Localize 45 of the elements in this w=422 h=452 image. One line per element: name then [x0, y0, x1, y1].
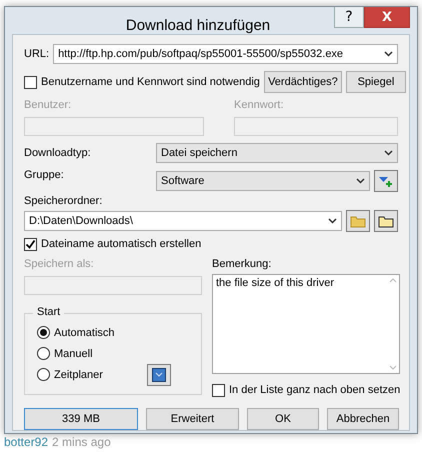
radio-label: Zeitplaner	[54, 368, 104, 380]
checkbox-label: Dateiname automatisch erstellen	[41, 238, 202, 250]
comment-label: Bemerkung:	[212, 258, 272, 270]
group-dropdown[interactable]: Software	[156, 171, 370, 191]
save-as-label: Speichern als:	[24, 258, 95, 270]
radio-button[interactable]	[37, 347, 50, 360]
folder-icon	[350, 214, 366, 228]
advanced-button[interactable]: Erweitert	[146, 408, 239, 430]
download-type-label: Downloadtyp:	[24, 147, 92, 159]
size-button[interactable]: 339 MB	[24, 408, 138, 430]
add-group-button[interactable]	[374, 170, 398, 192]
radio-button[interactable]	[37, 368, 50, 381]
group-title: Start	[33, 306, 64, 318]
cancel-button[interactable]: Abbrechen	[327, 408, 399, 430]
folder-label: Speicherordner:	[24, 195, 104, 207]
save-as-field[interactable]	[24, 276, 202, 295]
checkbox[interactable]	[24, 238, 37, 250]
checkbox[interactable]	[212, 384, 225, 396]
username-link[interactable]: botter92	[4, 435, 48, 449]
timestamp: 2 mins ago	[52, 435, 111, 449]
mirror-button[interactable]: Spiegel	[346, 71, 406, 93]
url-field[interactable]: http://ftp.hp.com/pub/softpaq/sp55001-55500/sp55032.exe	[53, 44, 398, 64]
password-field[interactable]	[234, 117, 398, 136]
checkbox[interactable]	[24, 76, 37, 88]
ok-button[interactable]: OK	[247, 408, 319, 430]
checkbox-label: In der Liste ganz nach oben setzen	[229, 384, 400, 396]
open-folder-button[interactable]	[374, 210, 398, 232]
close-button[interactable]: X	[364, 7, 410, 28]
folder-field[interactable]: D:\Daten\Downloads\	[24, 211, 342, 231]
folder-icon	[378, 214, 394, 228]
url-label: URL:	[24, 48, 50, 60]
schedule-button[interactable]	[147, 364, 171, 386]
radio-button[interactable]	[37, 326, 50, 339]
password-label: Kennwort:	[234, 99, 285, 111]
radio-label: Automatisch	[54, 326, 116, 338]
radio-label: Manuell	[54, 348, 94, 360]
group-label: Gruppe:	[24, 169, 65, 181]
suspicious-button[interactable]: Verdächtiges?	[264, 71, 342, 93]
user-label: Benutzer:	[24, 99, 72, 111]
download-type-dropdown[interactable]: Datei speichern	[156, 143, 398, 163]
checkbox-label: Benutzername und Kennwort sind notwendig	[41, 76, 260, 88]
window-title: Download hinzufügen	[124, 16, 272, 34]
user-field[interactable]	[24, 117, 204, 136]
add-icon	[378, 174, 394, 188]
help-button[interactable]: ?	[334, 7, 364, 28]
